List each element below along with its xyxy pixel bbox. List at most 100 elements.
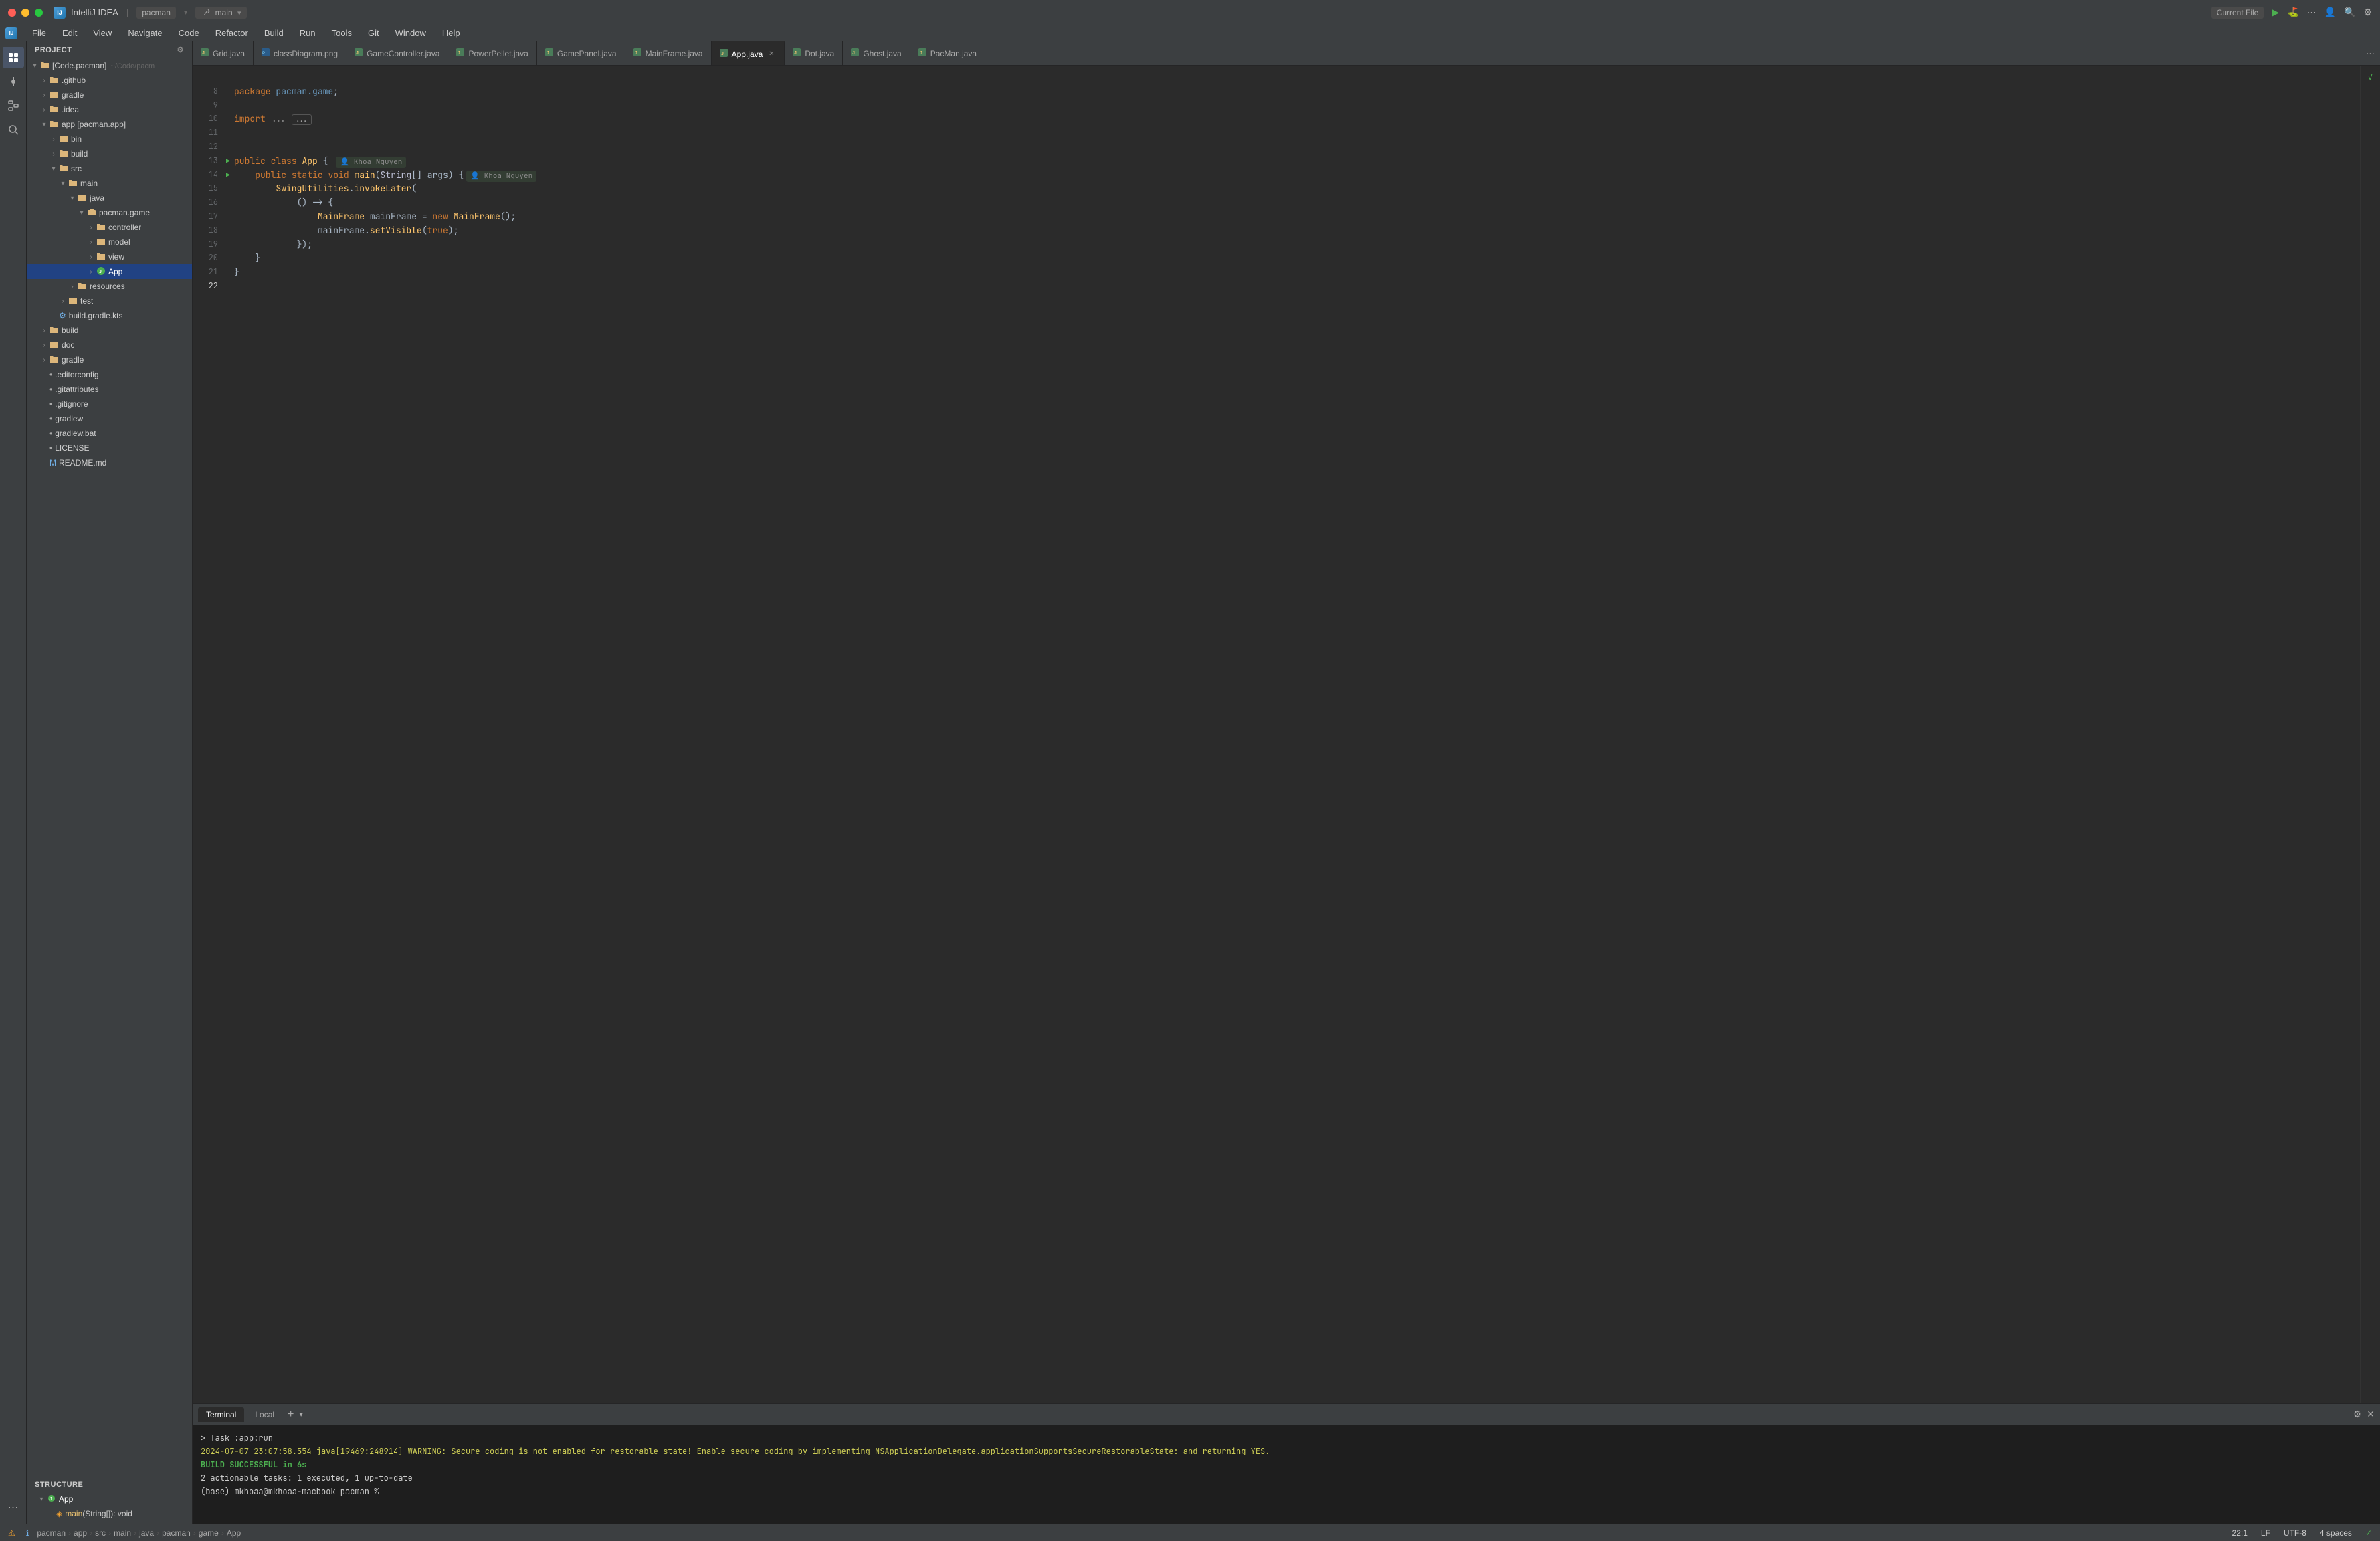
menu-item-tools[interactable]: Tools: [325, 27, 359, 39]
sidebar-item-idea[interactable]: ›.idea: [27, 102, 192, 117]
profile-button[interactable]: 👤: [2324, 7, 2336, 18]
structure-item-app[interactable]: ▾ J App: [27, 1492, 192, 1506]
breadcrumb-item-4[interactable]: java: [139, 1528, 154, 1538]
sidebar-item-build-app[interactable]: ›build: [27, 146, 192, 161]
tab-class-diagram[interactable]: P classDiagram.png: [254, 41, 346, 65]
sidebar-item-src[interactable]: ▾src: [27, 161, 192, 176]
tab-label-class-diagram: classDiagram.png: [274, 49, 338, 58]
terminal-settings-icon[interactable]: ⚙: [2353, 1409, 2362, 1420]
menu-item-build[interactable]: Build: [258, 27, 290, 39]
sidebar-item-gitattributes[interactable]: •.gitattributes: [27, 382, 192, 397]
sidebar-item-license[interactable]: •LICENSE: [27, 441, 192, 455]
sidebar-item-view[interactable]: ›view: [27, 249, 192, 264]
current-file-button[interactable]: Current File: [2211, 7, 2264, 19]
tab-power-pellet[interactable]: J PowerPellet.java: [448, 41, 536, 65]
sidebar-item-app-file[interactable]: ›JApp: [27, 264, 192, 279]
menu-item-help[interactable]: Help: [435, 27, 467, 39]
terminal-add-button[interactable]: +: [285, 1409, 296, 1421]
tab-main-frame[interactable]: J MainFrame.java: [625, 41, 712, 65]
breadcrumb-item-0[interactable]: pacman: [37, 1528, 66, 1538]
sidebar-item-main[interactable]: ▾main: [27, 176, 192, 191]
sidebar-item-editorconfig[interactable]: •.editorconfig: [27, 367, 192, 382]
sidebar-tree[interactable]: ▾[Code.pacman]~/Code/pacm›.github›gradle…: [27, 58, 192, 1475]
sidebar-item-gradlew[interactable]: •gradlew: [27, 411, 192, 426]
menu-item-git[interactable]: Git: [361, 27, 386, 39]
breadcrumb-item-1[interactable]: app: [74, 1528, 87, 1538]
status-warn[interactable]: ⚠: [5, 1528, 18, 1538]
terminal-dropdown-button[interactable]: ▾: [299, 1410, 303, 1419]
run-line-btn-13[interactable]: ▶: [226, 156, 230, 167]
menu-item-view[interactable]: View: [86, 27, 118, 39]
sidebar-item-gitignore[interactable]: •.gitignore: [27, 397, 192, 411]
menu-item-code[interactable]: Code: [172, 27, 206, 39]
breadcrumb-item-2[interactable]: src: [95, 1528, 106, 1538]
structure-item-main[interactable]: ◈ main(String[]): void: [27, 1506, 192, 1521]
sidebar-item-model[interactable]: ›model: [27, 235, 192, 249]
menu-item-file[interactable]: File: [25, 27, 53, 39]
sidebar-item-gradle-root[interactable]: ›gradle: [27, 352, 192, 367]
sidebar-item-resources[interactable]: ›resources: [27, 279, 192, 294]
menu-item-run[interactable]: Run: [293, 27, 322, 39]
run-line-btn-14[interactable]: ▶: [226, 170, 230, 181]
activity-more-icon[interactable]: ⋯: [3, 1497, 24, 1518]
terminal-close-icon[interactable]: ✕: [2367, 1409, 2375, 1420]
sidebar-item-build-gradle[interactable]: ⚙build.gradle.kts: [27, 308, 192, 323]
close-button[interactable]: [8, 9, 16, 17]
sidebar-item-test[interactable]: ›test: [27, 294, 192, 308]
sidebar-item-pacman-game[interactable]: ▾pacman.game: [27, 205, 192, 220]
tab-game-controller[interactable]: J GameController.java: [346, 41, 448, 65]
menu-item-refactor[interactable]: Refactor: [209, 27, 255, 39]
sidebar-item-java[interactable]: ▾java: [27, 191, 192, 205]
bottom-tab-local[interactable]: Local: [247, 1407, 282, 1422]
minimize-button[interactable]: [21, 9, 29, 17]
sidebar-item-readme[interactable]: MREADME.md: [27, 455, 192, 470]
sidebar-item-pacman-root[interactable]: ▾[Code.pacman]~/Code/pacm: [27, 58, 192, 73]
settings-button[interactable]: ⚙: [2363, 7, 2372, 18]
sidebar-item-doc[interactable]: ›doc: [27, 338, 192, 352]
activity-search-icon[interactable]: [3, 119, 24, 140]
sidebar-item-bin[interactable]: ›bin: [27, 132, 192, 146]
tree-arrow-view: ›: [86, 253, 96, 261]
sidebar-item-gradlew-bat[interactable]: •gradlew.bat: [27, 426, 192, 441]
sidebar-item-app-module[interactable]: ▾app [pacman.app]: [27, 117, 192, 132]
activity-structure-icon[interactable]: [3, 95, 24, 116]
code-content[interactable]: package pacman.game; import ... ... publ…: [226, 66, 2360, 1403]
menu-item-window[interactable]: Window: [389, 27, 433, 39]
sidebar-item-controller[interactable]: ›controller: [27, 220, 192, 235]
debug-button[interactable]: ⛳: [2287, 7, 2298, 18]
breadcrumb-item-6[interactable]: game: [199, 1528, 219, 1538]
breadcrumb-item-3[interactable]: main: [114, 1528, 131, 1538]
terminal-content[interactable]: > Task :app:run2024-07-07 23:07:58.554 j…: [193, 1425, 2380, 1524]
activity-project-icon[interactable]: [3, 47, 24, 68]
sidebar-item-github[interactable]: ›.github: [27, 73, 192, 88]
line-ending[interactable]: LF: [2258, 1528, 2273, 1538]
indent-settings[interactable]: 4 spaces: [2317, 1528, 2355, 1538]
activity-commit-icon[interactable]: [3, 71, 24, 92]
sidebar-item-gradle-folder[interactable]: ›gradle: [27, 88, 192, 102]
warn-icon: ⚠: [8, 1528, 15, 1538]
tab-grid[interactable]: J Grid.java: [193, 41, 254, 65]
branch-name[interactable]: ⎇ main ▾: [195, 7, 246, 19]
menu-item-edit[interactable]: Edit: [56, 27, 84, 39]
cursor-position[interactable]: 22:1: [2229, 1528, 2250, 1538]
breadcrumb-item-7[interactable]: App: [227, 1528, 241, 1538]
tab-dot[interactable]: J Dot.java: [785, 41, 843, 65]
project-name[interactable]: pacman: [136, 7, 176, 19]
tab-ghost[interactable]: J Ghost.java: [843, 41, 910, 65]
tabs-overflow-button[interactable]: ⋯: [2361, 41, 2380, 65]
run-button[interactable]: ▶: [2272, 7, 2279, 18]
tab-pacman-tab[interactable]: J PacMan.java: [910, 41, 985, 65]
tab-app-tab[interactable]: J App.java ✕: [712, 41, 785, 65]
tab-game-panel[interactable]: J GamePanel.java: [537, 41, 625, 65]
sidebar-settings-icon[interactable]: ⚙: [177, 45, 184, 54]
file-encoding[interactable]: UTF-8: [2281, 1528, 2309, 1538]
bottom-tab-terminal[interactable]: Terminal: [198, 1407, 244, 1422]
tab-close-app-tab[interactable]: ✕: [767, 49, 776, 59]
status-info[interactable]: ℹ: [23, 1528, 32, 1538]
maximize-button[interactable]: [35, 9, 43, 17]
sidebar-item-build-root[interactable]: ›build: [27, 323, 192, 338]
search-everywhere-button[interactable]: 🔍: [2344, 7, 2355, 18]
breadcrumb-item-5[interactable]: pacman: [162, 1528, 191, 1538]
more-actions-button[interactable]: ⋯: [2307, 7, 2316, 18]
menu-item-navigate[interactable]: Navigate: [121, 27, 169, 39]
